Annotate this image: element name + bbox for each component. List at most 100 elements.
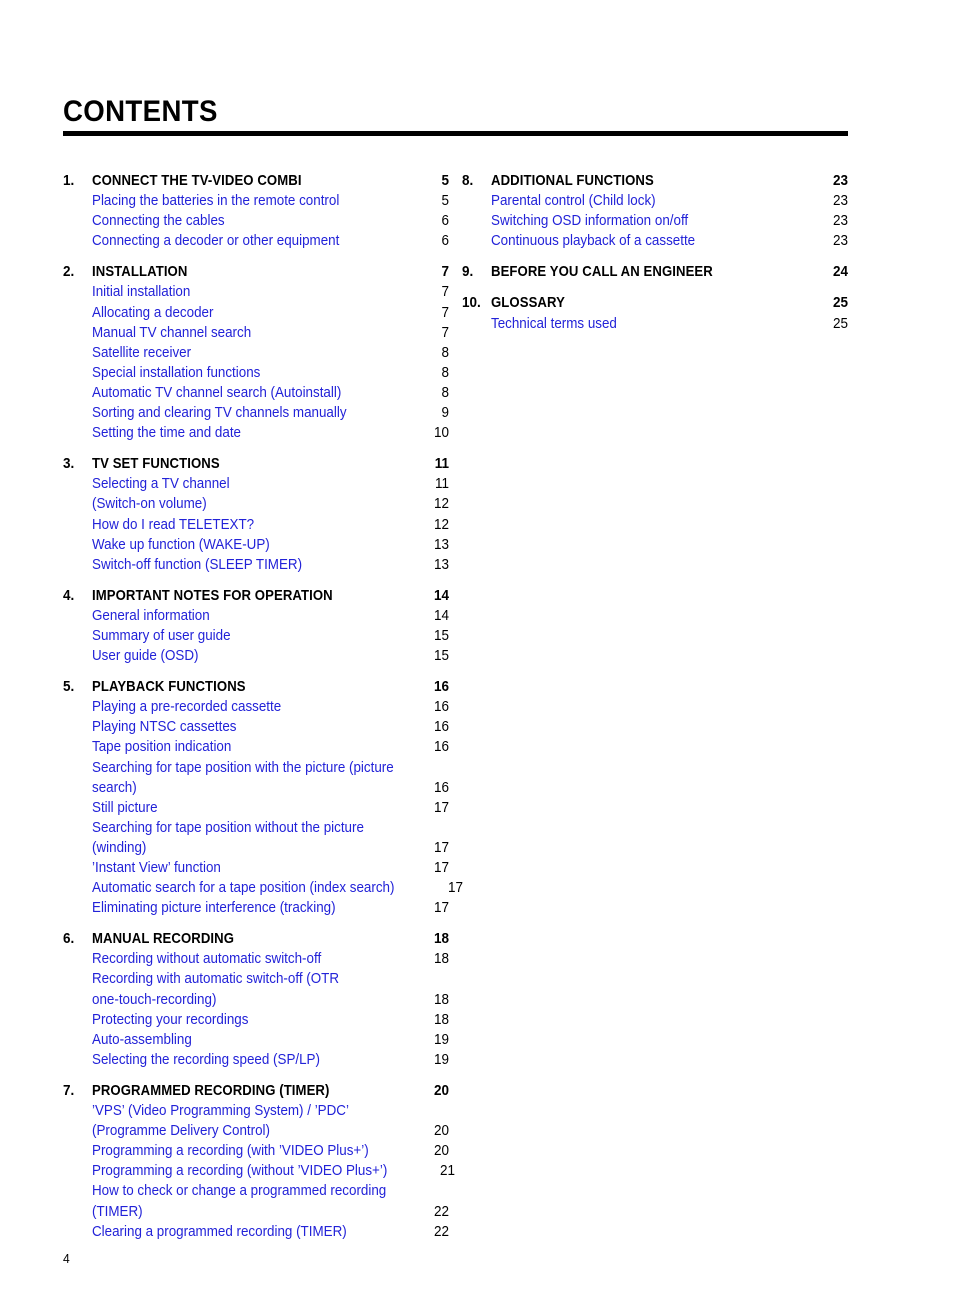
toc-entry-page: 13 xyxy=(433,536,449,553)
toc-entry-body: Selecting a TV channel 11 xyxy=(92,474,449,494)
toc-subsection[interactable]: Clearing a programmed recording (TIMER) 2… xyxy=(63,1222,449,1242)
toc-subsection[interactable]: Eliminating picture interference (tracki… xyxy=(63,898,449,918)
toc-entry-body: How do I read TELETEXT? 12 xyxy=(92,515,449,535)
toc-subsection[interactable]: Selecting a TV channel 11 xyxy=(63,474,449,494)
toc-entry-body: (TIMER) 22 xyxy=(92,1202,449,1222)
toc-entry-page: 10 xyxy=(433,425,449,442)
toc-subsection[interactable]: Auto-assembling 19 xyxy=(63,1030,449,1050)
toc-subsection[interactable]: Manual TV channel search 7 xyxy=(63,323,449,343)
toc-entry-body: BEFORE YOU CALL AN ENGINEER 24 xyxy=(491,262,848,282)
toc-subsection[interactable]: Summary of user guide 15 xyxy=(63,626,449,646)
toc-entry-label: Satellite receiver xyxy=(92,344,192,361)
toc-subsection[interactable]: Connecting a decoder or other equipment 6 xyxy=(63,231,449,251)
toc-entry-body: Placing the batteries in the remote cont… xyxy=(92,191,449,211)
toc-section[interactable]: 9. BEFORE YOU CALL AN ENGINEER 24 xyxy=(462,262,848,282)
toc-section-group: 2. INSTALLATION 7 Initial installation 7 Al… xyxy=(63,262,449,443)
toc-entry-body: ’VPS’ (Video Programming System) / ’PDC’ xyxy=(92,1101,449,1121)
toc-entry-page: 20 xyxy=(433,1082,449,1099)
toc-entry-label: PLAYBACK FUNCTIONS xyxy=(92,679,246,696)
toc-entry-page: 8 xyxy=(441,344,449,361)
toc-subsection[interactable]: ’Instant View’ function 17 xyxy=(63,858,449,878)
toc-entry-body: Parental control (Child lock) 23 xyxy=(491,191,848,211)
toc-section[interactable]: 1. CONNECT THE TV-VIDEO COMBI 5 xyxy=(63,171,449,191)
toc-section[interactable]: 6. MANUAL RECORDING 18 xyxy=(63,929,449,949)
toc-entry-page: 12 xyxy=(433,496,449,513)
toc-subsection[interactable]: Tape position indication 16 xyxy=(63,737,449,757)
toc-subsection[interactable]: Recording without automatic switch-off 18 xyxy=(63,949,449,969)
toc-subsection[interactable]: Automatic TV channel search (Autoinstall… xyxy=(63,383,449,403)
toc-entry-label: Automatic TV channel search (Autoinstall… xyxy=(92,384,342,401)
toc-entry-body: Playing a pre-recorded cassette 16 xyxy=(92,697,449,717)
toc-subsection[interactable]: one-touch-recording) 18 xyxy=(63,990,449,1010)
toc-subsection[interactable]: Protecting your recordings 18 xyxy=(63,1010,449,1030)
toc-subsection[interactable]: ’VPS’ (Video Programming System) / ’PDC’ xyxy=(63,1101,449,1121)
toc-subsection[interactable]: (winding) 17 xyxy=(63,838,449,858)
toc-entry-page: 25 xyxy=(832,315,848,332)
toc-entry-page: 15 xyxy=(433,627,449,644)
toc-entry-body: search) 16 xyxy=(92,778,449,798)
toc-subsection[interactable]: General information 14 xyxy=(63,606,449,626)
toc-subsection[interactable]: How to check or change a programmed reco… xyxy=(63,1181,449,1201)
toc-entry-label: General information xyxy=(92,607,210,624)
toc-subsection[interactable]: Connecting the cables 6 xyxy=(63,211,449,231)
toc-entry-body: INSTALLATION 7 xyxy=(92,262,449,282)
toc-entry-label: Programming a recording (without ’VIDEO … xyxy=(92,1163,388,1180)
toc-subsection[interactable]: Searching for tape position without the … xyxy=(63,818,449,838)
toc-subsection[interactable]: Automatic search for a tape position (in… xyxy=(63,878,463,898)
toc-entry-label: Connecting the cables xyxy=(92,213,225,230)
toc-entry-body: Clearing a programmed recording (TIMER) 2… xyxy=(92,1222,449,1242)
toc-entry-label: Manual TV channel search xyxy=(92,324,252,341)
toc-entry-number: 4. xyxy=(63,587,75,604)
toc-subsection[interactable]: Searching for tape position with the pic… xyxy=(63,758,449,778)
toc-entry-body: IMPORTANT NOTES FOR OPERATION 14 xyxy=(92,586,449,606)
toc-entry-page: 7 xyxy=(441,304,449,321)
toc-subsection[interactable]: Initial installation 7 xyxy=(63,282,449,302)
toc-entry-label: Parental control (Child lock) xyxy=(491,193,656,210)
toc-subsection[interactable]: Recording with automatic switch-off (OTR xyxy=(63,969,449,989)
toc-subsection[interactable]: Sorting and clearing TV channels manuall… xyxy=(63,403,449,423)
toc-section[interactable]: 10. GLOSSARY 25 xyxy=(462,293,848,313)
toc-subsection[interactable]: Switching OSD information on/off 23 xyxy=(462,211,848,231)
toc-subsection[interactable]: Programming a recording (with ’VIDEO Plu… xyxy=(63,1141,449,1161)
toc-section[interactable]: 8. ADDITIONAL FUNCTIONS 23 xyxy=(462,171,848,191)
toc-subsection[interactable]: Still picture 17 xyxy=(63,798,449,818)
toc-subsection[interactable]: How do I read TELETEXT? 12 xyxy=(63,515,449,535)
toc-subsection[interactable]: Placing the batteries in the remote cont… xyxy=(63,191,449,211)
toc-entry-label: (Switch-on volume) xyxy=(92,496,207,513)
toc-subsection[interactable]: Satellite receiver 8 xyxy=(63,343,449,363)
toc-entry-page: 11 xyxy=(434,476,449,493)
toc-section[interactable]: 3. TV SET FUNCTIONS 11 xyxy=(63,454,449,474)
toc-subsection[interactable]: Switch-off function (SLEEP TIMER) 13 xyxy=(63,555,449,575)
toc-section[interactable]: 5. PLAYBACK FUNCTIONS 16 xyxy=(63,677,449,697)
toc-section[interactable]: 7. PROGRAMMED RECORDING (TIMER) 20 xyxy=(63,1081,449,1101)
toc-subsection[interactable]: Selecting the recording speed (SP/LP) 19 xyxy=(63,1050,449,1070)
toc-subsection[interactable]: Playing NTSC cassettes 16 xyxy=(63,717,449,737)
toc-subsection[interactable]: Parental control (Child lock) 23 xyxy=(462,191,848,211)
toc-subsection[interactable]: (TIMER) 22 xyxy=(63,1202,449,1222)
toc-entry-body: Sorting and clearing TV channels manuall… xyxy=(92,403,449,423)
toc-subsection[interactable]: Playing a pre-recorded cassette 16 xyxy=(63,697,449,717)
toc-subsection[interactable]: Special installation functions 8 xyxy=(63,363,449,383)
toc-subsection[interactable]: search) 16 xyxy=(63,778,449,798)
toc-subsection[interactable]: (Programme Delivery Control) 20 xyxy=(63,1121,449,1141)
toc-subsection[interactable]: Setting the time and date 10 xyxy=(63,423,449,443)
toc-entry-label: Summary of user guide xyxy=(92,627,231,644)
toc-subsection[interactable]: Continuous playback of a cassette 23 xyxy=(462,231,848,251)
toc-entry-label: TV SET FUNCTIONS xyxy=(92,456,220,473)
toc-entry-label: GLOSSARY xyxy=(491,295,565,312)
toc-subsection[interactable]: Programming a recording (without ’VIDEO … xyxy=(63,1161,455,1181)
toc-entry-page: 24 xyxy=(832,264,848,281)
toc-entry-page: 6 xyxy=(441,233,449,250)
toc-subsection[interactable]: Allocating a decoder 7 xyxy=(63,303,449,323)
toc-entry-page: 8 xyxy=(441,384,449,401)
toc-subsection[interactable]: Wake up function (WAKE-UP) 13 xyxy=(63,535,449,555)
toc-entry-body: Manual TV channel search 7 xyxy=(92,323,449,343)
toc-entry-page: 19 xyxy=(433,1031,449,1048)
toc-section-group: 10. GLOSSARY 25 Technical terms used 25 xyxy=(462,293,848,333)
toc-subsection[interactable]: User guide (OSD) 15 xyxy=(63,646,449,666)
toc-entry-label: Switching OSD information on/off xyxy=(491,213,689,230)
toc-subsection[interactable]: (Switch-on volume) 12 xyxy=(63,494,449,514)
toc-section[interactable]: 2. INSTALLATION 7 xyxy=(63,262,449,282)
toc-section[interactable]: 4. IMPORTANT NOTES FOR OPERATION 14 xyxy=(63,586,449,606)
toc-subsection[interactable]: Technical terms used 25 xyxy=(462,314,848,334)
